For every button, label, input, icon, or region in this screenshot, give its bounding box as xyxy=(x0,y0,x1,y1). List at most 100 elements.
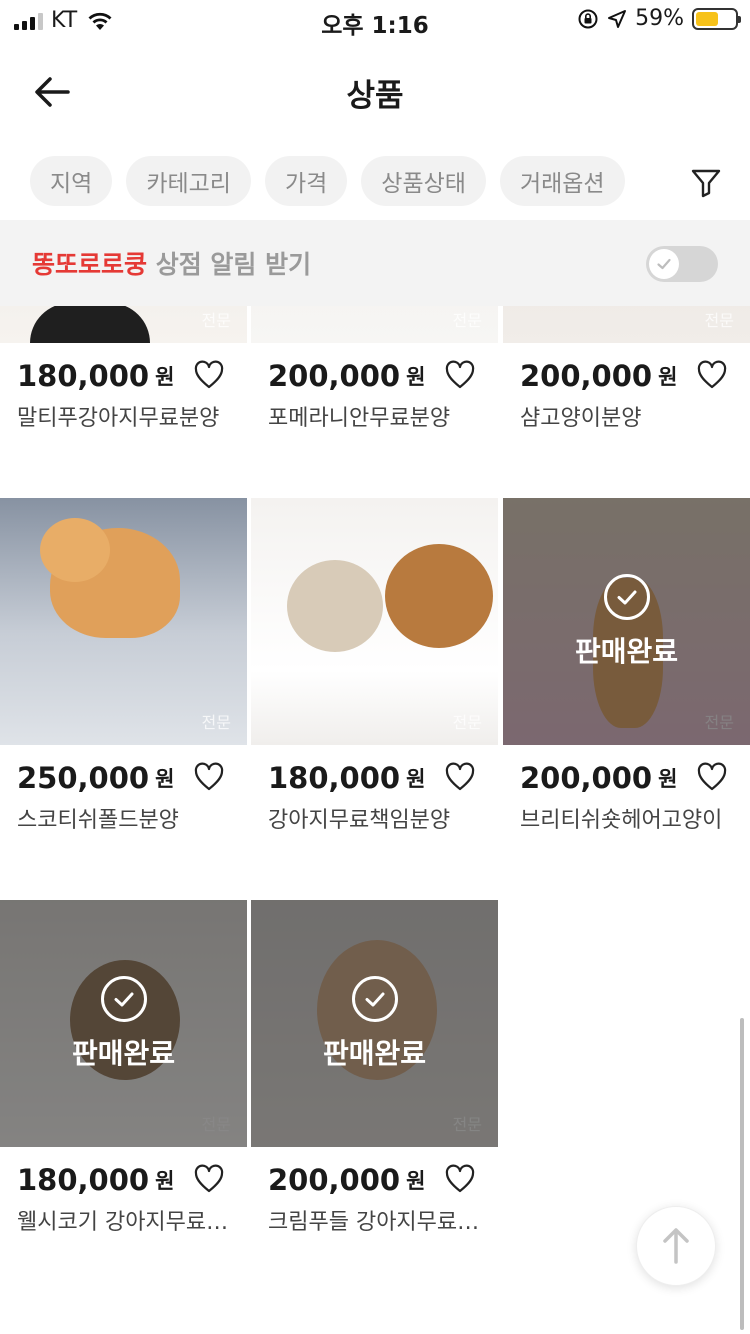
product-name: 말티푸강아지무료분양 xyxy=(17,406,220,431)
product-card[interactable]: 전문 180,000 원 말티푸강아지무료분양 xyxy=(0,306,247,431)
product-card[interactable]: 전문 200,000 원 포메라니안무료분양 xyxy=(251,306,498,431)
price-unit: 원 xyxy=(406,767,426,791)
price-unit: 원 xyxy=(155,365,175,389)
battery-percent: 59% xyxy=(635,6,684,31)
product-price: 200,000 xyxy=(520,761,653,795)
back-button[interactable] xyxy=(24,64,80,120)
price-row: 180,000 원 xyxy=(17,1160,235,1200)
watermark: 전문 xyxy=(201,311,231,330)
rotation-lock-icon xyxy=(578,9,598,28)
battery-fill xyxy=(696,11,719,26)
heart-outline-icon[interactable] xyxy=(193,360,225,390)
check-circle-icon xyxy=(100,975,147,1022)
filter-chips: 지역 카테고리 가격 상품상태 거래옵션 xyxy=(30,156,730,206)
sold-label: 판매완료 xyxy=(71,1036,176,1070)
carrier-label: KT xyxy=(51,8,78,33)
price-row: 200,000 원 xyxy=(268,1160,486,1200)
heart-outline-icon[interactable] xyxy=(444,762,476,792)
product-card[interactable]: 전문 판매완료 200,000원 크림푸들 강아지무료분양 xyxy=(251,900,498,1235)
product-price: 200,000 xyxy=(268,1163,401,1197)
filter-chip-trade-option[interactable]: 거래옵션 xyxy=(499,156,625,206)
price-row: 200,000 원 xyxy=(520,356,738,396)
filter-button[interactable] xyxy=(688,164,724,200)
wifi-icon xyxy=(88,12,112,30)
product-image: 전문 xyxy=(251,498,498,745)
product-card[interactable]: 전문 250,000 원 스코티쉬폴드분양 xyxy=(0,498,247,833)
filter-chip-condition[interactable]: 상품상태 xyxy=(361,156,486,206)
price-unit: 원 xyxy=(155,1169,175,1193)
product-name: 스코티쉬폴드분양 xyxy=(17,808,179,833)
filter-chip-category[interactable]: 카테고리 xyxy=(126,156,251,206)
heart-outline-icon[interactable] xyxy=(444,360,476,390)
status-bar: KT 오후 1:16 59% xyxy=(0,0,750,40)
product-card[interactable]: 전문 200,000 원 샴고양이분양 xyxy=(503,306,750,431)
sold-label: 판매완료 xyxy=(574,634,679,668)
header: 상품 xyxy=(0,40,750,140)
product-name: 브리티쉬숏헤어고양이 xyxy=(520,808,723,833)
heart-outline-icon[interactable] xyxy=(193,762,225,792)
status-left: KT xyxy=(14,8,115,33)
product-price: 200,000 xyxy=(268,359,401,393)
price-row: 200,000 원 xyxy=(268,356,486,396)
price-unit: 원 xyxy=(658,767,678,791)
price-unit: 원 xyxy=(155,767,175,791)
sold-label: 판매완료 xyxy=(322,1036,427,1070)
product-price: 250,000 xyxy=(17,761,150,795)
product-image: 전문 xyxy=(503,306,750,343)
heart-outline-icon[interactable] xyxy=(696,360,728,390)
product-name: 강아지무료책임분양 xyxy=(268,808,451,833)
price-unit: 원 xyxy=(658,365,678,389)
product-name: 샴고양이분양 xyxy=(520,406,642,431)
shop-notify-bar: 똥또로로쿵 상점 알림 받기 xyxy=(0,220,750,306)
filter-chip-region[interactable]: 지역 xyxy=(30,156,113,206)
product-image: 전문 판매완료 xyxy=(251,900,498,1147)
heart-outline-icon[interactable] xyxy=(444,1164,476,1194)
notify-toggle[interactable] xyxy=(646,246,718,282)
product-image: 전문 xyxy=(0,306,247,343)
check-icon xyxy=(657,258,671,270)
product-card[interactable]: 전문 판매완료 200,000원 브리티쉬숏헤어고양이 xyxy=(503,498,750,833)
product-image: 전문 xyxy=(251,306,498,343)
watermark: 전문 xyxy=(201,713,231,732)
price-row: 180,000 원 xyxy=(268,758,486,798)
page-title: 상품 xyxy=(346,78,404,114)
price-row: 200,000 원 xyxy=(520,758,738,798)
price-row: 180,000 원 xyxy=(17,356,235,396)
status-right: 59% xyxy=(577,6,741,31)
watermark: 전문 xyxy=(704,311,734,330)
product-image: 전문 판매완료 xyxy=(0,900,247,1147)
shop-notify-label: 똥또로로쿵 상점 알림 받기 xyxy=(32,245,311,281)
sold-overlay: 판매완료 xyxy=(503,498,750,745)
arrow-up-icon xyxy=(663,1228,689,1264)
scrollbar[interactable] xyxy=(740,1018,744,1330)
heart-outline-icon[interactable] xyxy=(696,762,728,792)
product-name: 크림푸들 강아지무료분양 xyxy=(268,1210,488,1235)
price-row: 250,000 원 xyxy=(17,758,235,798)
product-image: 전문 xyxy=(0,498,247,745)
watermark: 전문 xyxy=(452,311,482,330)
product-grid: 전문 180,000 원 말티푸강아지무료분양 전문 200,000 원 포메라니안… xyxy=(0,306,750,1334)
product-name: 웰시코기 강아지무료분양 xyxy=(17,1210,237,1235)
arrow-left-icon xyxy=(35,77,70,107)
battery-icon xyxy=(692,7,741,30)
product-price: 180,000 xyxy=(17,359,150,393)
check-circle-icon xyxy=(351,975,398,1022)
watermark: 전문 xyxy=(452,713,482,732)
price-unit: 원 xyxy=(406,1169,426,1193)
product-card[interactable]: 전문 판매완료 180,000원 웰시코기 강아지무료분양 xyxy=(0,900,247,1235)
check-circle-icon xyxy=(603,573,650,620)
toggle-knob xyxy=(649,249,679,279)
product-name: 포메라니안무료분양 xyxy=(268,406,451,431)
product-price: 200,000 xyxy=(520,359,653,393)
price-unit: 원 xyxy=(406,365,426,389)
product-price: 180,000 xyxy=(268,761,401,795)
product-card[interactable]: 전문 180,000 원 강아지무료책임분양 xyxy=(251,498,498,833)
location-arrow-icon xyxy=(608,9,627,28)
notify-text: 상점 알림 받기 xyxy=(147,250,312,279)
heart-outline-icon[interactable] xyxy=(193,1164,225,1194)
product-price: 180,000 xyxy=(17,1163,150,1197)
scroll-to-top-button[interactable] xyxy=(636,1206,716,1286)
filter-chip-price[interactable]: 가격 xyxy=(264,156,348,206)
sold-overlay: 판매완료 xyxy=(251,900,498,1147)
signal-icon xyxy=(14,12,43,30)
